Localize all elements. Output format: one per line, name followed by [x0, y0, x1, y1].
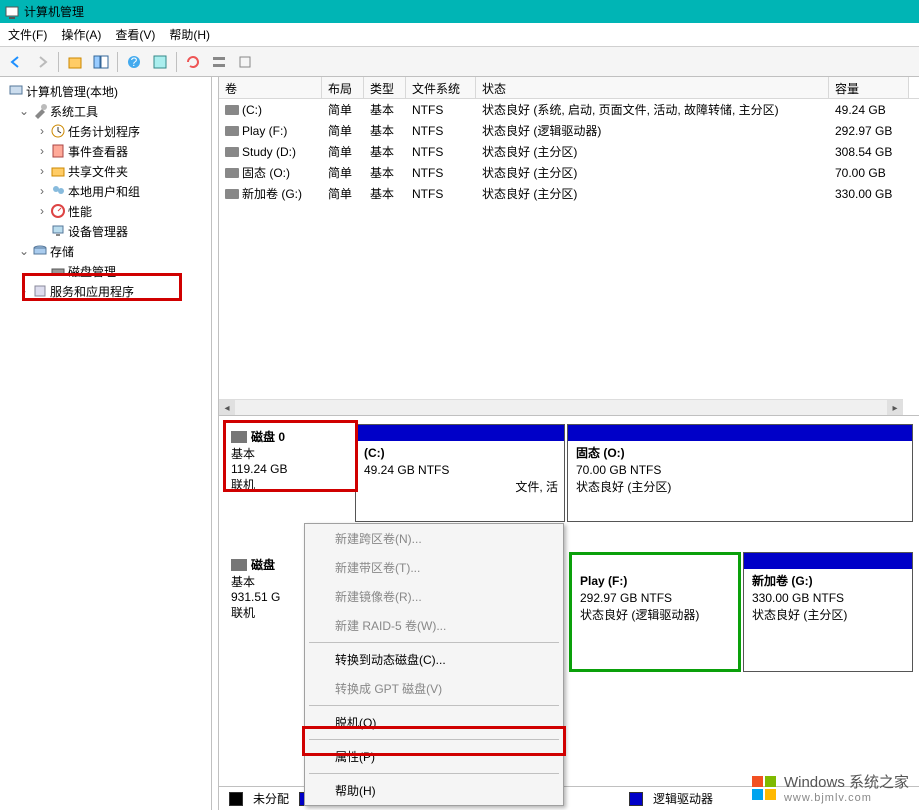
disk0-vol-c[interactable]: (C:) 49.24 GB NTFS 文件, 活: [355, 424, 565, 522]
tree-storage[interactable]: ⌄存储: [0, 241, 211, 261]
legend-logical-box: [629, 792, 643, 806]
menu-action[interactable]: 操作(A): [61, 26, 101, 43]
tree-root[interactable]: 计算机管理(本地): [0, 81, 211, 101]
expand-icon[interactable]: ›: [36, 144, 48, 158]
tree-performance[interactable]: ›性能: [0, 201, 211, 221]
volume-icon: [225, 168, 239, 178]
tools-icon: [32, 103, 48, 119]
up-button[interactable]: [63, 50, 87, 74]
legend-unallocated-box: [229, 792, 243, 806]
tree-event-viewer[interactable]: ›事件查看器: [0, 141, 211, 161]
app-icon: [4, 4, 20, 20]
window-title: 计算机管理: [24, 3, 84, 20]
action-button[interactable]: [148, 50, 172, 74]
volume-row[interactable]: Study (D:)简单基本NTFS状态良好 (主分区)308.54 GB: [219, 141, 919, 162]
device-icon: [50, 223, 66, 239]
collapse-icon[interactable]: ⌄: [18, 104, 30, 118]
help-button[interactable]: ?: [122, 50, 146, 74]
disk1-info[interactable]: 磁盘 基本 931.51 G 联机: [225, 552, 311, 672]
separator: [58, 52, 59, 72]
col-capacity[interactable]: 容量: [829, 77, 909, 98]
users-icon: [50, 183, 66, 199]
annotation-highlight-disk-mgmt: [22, 273, 182, 301]
tree-local-users[interactable]: ›本地用户和组: [0, 181, 211, 201]
disk1-vol-f[interactable]: Play (F:) 292.97 GB NTFS 状态良好 (逻辑驱动器): [569, 552, 741, 672]
back-button[interactable]: [4, 50, 28, 74]
annotation-highlight-properties: [302, 726, 566, 756]
scrollbar-horizontal[interactable]: ◂ ▸: [219, 399, 903, 415]
nav-tree: 计算机管理(本地) ⌄ 系统工具 ›任务计划程序 ›事件查看器 ›共享文件夹 ›…: [0, 77, 212, 810]
tree-device-manager[interactable]: 设备管理器: [0, 221, 211, 241]
ctx-new-mirrored[interactable]: 新建镜像卷(R)...: [305, 582, 563, 611]
storage-icon: [32, 243, 48, 259]
ctx-convert-dynamic[interactable]: 转换到动态磁盘(C)...: [305, 645, 563, 674]
ctx-new-raid5[interactable]: 新建 RAID-5 卷(W)...: [305, 611, 563, 640]
menu-help[interactable]: 帮助(H): [169, 26, 210, 43]
expand-icon[interactable]: ›: [36, 204, 48, 218]
watermark: Windows 系统之家 www.bjmlv.com: [750, 771, 909, 804]
col-layout[interactable]: 布局: [322, 77, 364, 98]
volume-icon: [225, 147, 239, 157]
ctx-separator: [309, 773, 559, 774]
expand-icon[interactable]: ›: [36, 124, 48, 138]
col-volume[interactable]: 卷: [219, 77, 322, 98]
context-menu: 新建跨区卷(N)... 新建带区卷(T)... 新建镜像卷(R)... 新建 R…: [304, 523, 564, 806]
annotation-highlight-disk0: [223, 420, 358, 492]
toolbar: ?: [0, 47, 919, 77]
volume-row[interactable]: (C:)简单基本NTFS状态良好 (系统, 启动, 页面文件, 活动, 故障转储…: [219, 99, 919, 120]
refresh-button[interactable]: [181, 50, 205, 74]
disk-icon: [231, 559, 247, 571]
collapse-icon[interactable]: ⌄: [18, 244, 30, 258]
ctx-separator: [309, 642, 559, 643]
volume-icon: [225, 126, 239, 136]
tree-system-tools[interactable]: ⌄ 系统工具: [0, 101, 211, 121]
clock-icon: [50, 123, 66, 139]
volume-row[interactable]: Play (F:)简单基本NTFS状态良好 (逻辑驱动器)292.97 GB: [219, 120, 919, 141]
show-hide-tree-button[interactable]: [89, 50, 113, 74]
tree-task-scheduler[interactable]: ›任务计划程序: [0, 121, 211, 141]
menu-view[interactable]: 查看(V): [115, 26, 155, 43]
folder-icon: [50, 163, 66, 179]
disk1-vol-g[interactable]: 新加卷 (G:) 330.00 GB NTFS 状态良好 (主分区): [743, 552, 913, 672]
event-icon: [50, 143, 66, 159]
ctx-new-spanned[interactable]: 新建跨区卷(N)...: [305, 524, 563, 553]
menubar: 文件(F) 操作(A) 查看(V) 帮助(H): [0, 23, 919, 47]
col-type[interactable]: 类型: [364, 77, 406, 98]
ctx-convert-gpt[interactable]: 转换成 GPT 磁盘(V): [305, 674, 563, 703]
separator: [117, 52, 118, 72]
expand-icon[interactable]: ›: [36, 184, 48, 198]
tree-shared-folders[interactable]: ›共享文件夹: [0, 161, 211, 181]
svg-text:?: ?: [131, 55, 138, 69]
computer-icon: [8, 83, 24, 99]
separator: [176, 52, 177, 72]
titlebar: 计算机管理: [0, 0, 919, 23]
expand-icon[interactable]: ›: [36, 164, 48, 178]
windows-logo-icon: [750, 774, 778, 802]
volume-list: 卷 布局 类型 文件系统 状态 容量 (C:)简单基本NTFS状态良好 (系统,…: [219, 77, 919, 415]
ctx-new-striped[interactable]: 新建带区卷(T)...: [305, 553, 563, 582]
extra-button[interactable]: [233, 50, 257, 74]
menu-file[interactable]: 文件(F): [8, 26, 47, 43]
disk0-vol-o[interactable]: 固态 (O:) 70.00 GB NTFS 状态良好 (主分区): [567, 424, 913, 522]
forward-button[interactable]: [30, 50, 54, 74]
watermark-url: www.bjmlv.com: [784, 792, 909, 804]
settings-button[interactable]: [207, 50, 231, 74]
ctx-separator: [309, 705, 559, 706]
volume-row[interactable]: 固态 (O:)简单基本NTFS状态良好 (主分区)70.00 GB: [219, 162, 919, 183]
ctx-help[interactable]: 帮助(H): [305, 776, 563, 805]
watermark-text: Windows 系统之家: [784, 771, 909, 792]
volume-icon: [225, 105, 239, 115]
volume-icon: [225, 189, 239, 199]
col-filesystem[interactable]: 文件系统: [406, 77, 476, 98]
perf-icon: [50, 203, 66, 219]
scroll-right-button[interactable]: ▸: [887, 400, 903, 415]
col-status[interactable]: 状态: [476, 77, 829, 98]
scroll-left-button[interactable]: ◂: [219, 400, 235, 415]
volume-row[interactable]: 新加卷 (G:)简单基本NTFS状态良好 (主分区)330.00 GB: [219, 183, 919, 204]
volume-list-header: 卷 布局 类型 文件系统 状态 容量: [219, 77, 919, 99]
